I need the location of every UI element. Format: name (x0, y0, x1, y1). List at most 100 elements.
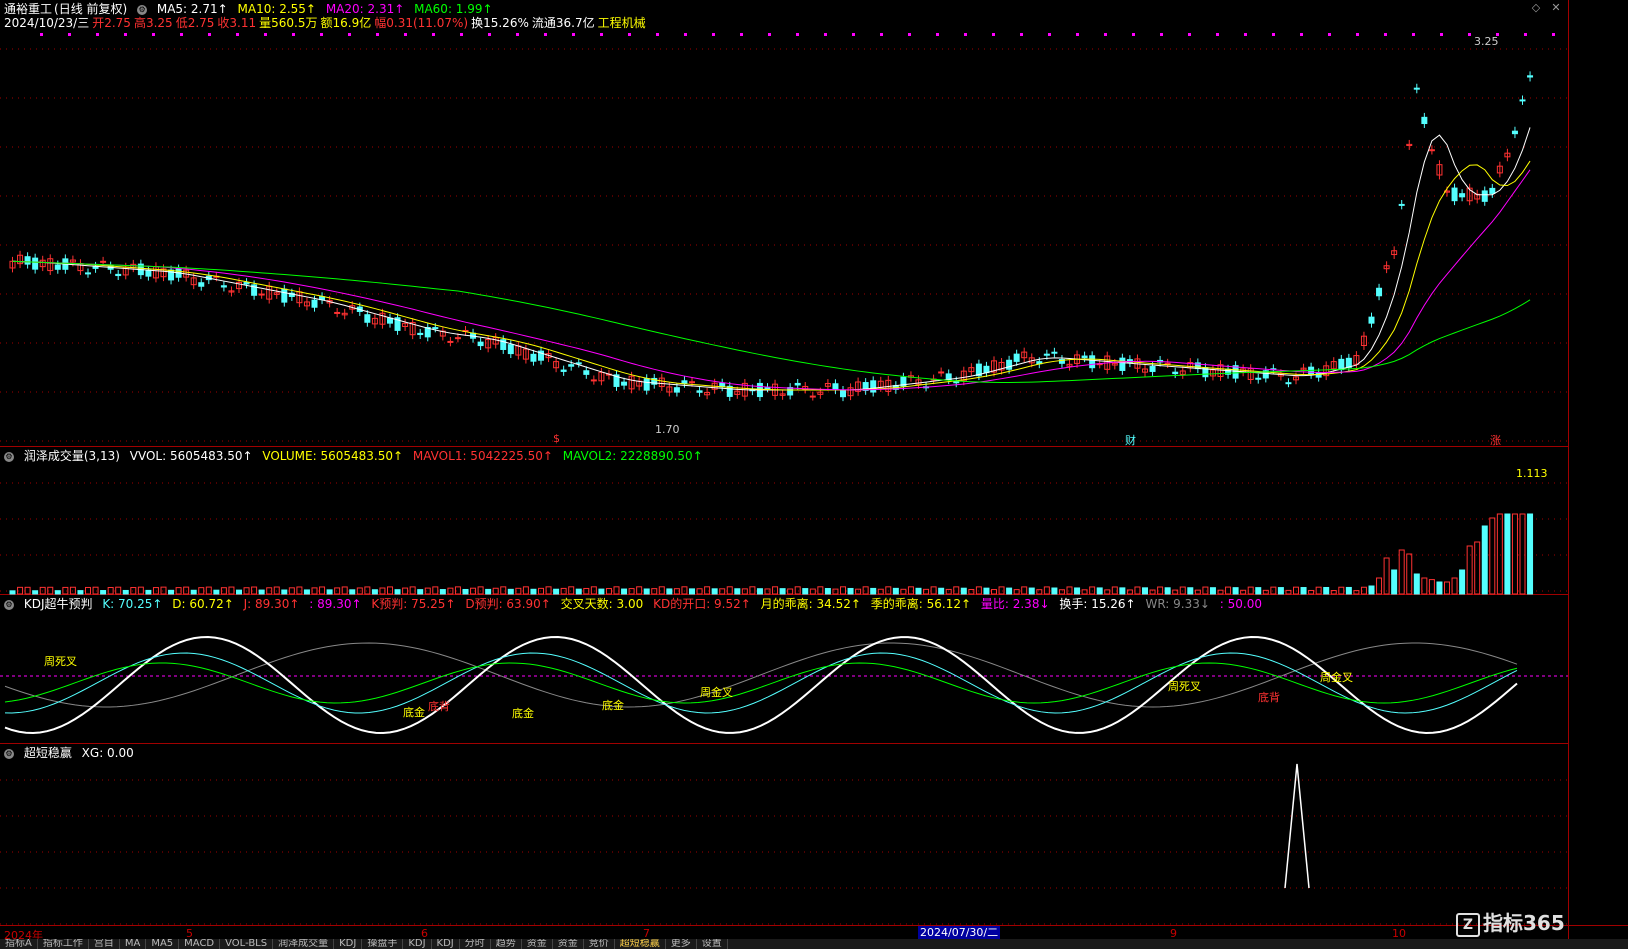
logo-text: 指标365 (1483, 911, 1565, 935)
volume-chart[interactable] (0, 447, 1568, 595)
volume-bar (756, 588, 763, 595)
volume-panel[interactable]: ⚙ 润泽成交量(3,13) VVOL: 5605483.50↑ VOLUME: … (0, 447, 1568, 595)
volume-bar (137, 586, 144, 595)
marker-dot (460, 33, 463, 36)
indicator-tab[interactable]: 操盘手 (362, 939, 404, 949)
indicator-tab-bar[interactable]: 指标A 指标工作 宫目 MA MA5 MACD VOL-BLS 润泽成交量 KDJ 操盘手 KDJ K… (0, 939, 1628, 949)
indicator-tab[interactable]: KDJ (334, 939, 363, 949)
indicator-tab[interactable]: MA (120, 939, 147, 949)
volume-bar (334, 587, 341, 595)
event-marker-finance[interactable]: 财 (1125, 432, 1136, 448)
volume-bar (983, 587, 990, 595)
marker-dot (656, 33, 659, 36)
marker-dot (96, 33, 99, 36)
candlestick-chart[interactable] (0, 0, 1568, 447)
down-candle (1527, 75, 1534, 78)
volume-bar (1481, 525, 1488, 595)
indicator-tab[interactable]: KDJ (432, 939, 460, 949)
volume-bar (364, 586, 371, 595)
indicator-tab[interactable]: 竞价 (584, 939, 615, 949)
volume-bar (371, 589, 378, 595)
marker-dot (1468, 33, 1471, 36)
indicator-tab[interactable]: 资金 (553, 939, 584, 949)
down-candle (1149, 366, 1156, 372)
down-candle (870, 380, 877, 393)
down-candle (681, 380, 688, 384)
volume-scale-label: 1.113 (1516, 467, 1548, 480)
indicator-tab[interactable]: 宫目 (89, 939, 120, 949)
down-candle (568, 364, 575, 367)
volume-bar (454, 586, 461, 595)
kdj-signal-label: 周死叉 (1168, 680, 1201, 693)
indicator-tab[interactable]: 趋势 (491, 939, 522, 949)
d-line (4, 662, 1518, 704)
indicator-tab[interactable]: 设置 (697, 939, 728, 949)
down-candle (1368, 316, 1375, 324)
volume-bar (168, 589, 175, 595)
marker-dot (208, 33, 211, 36)
volume-bar (1406, 553, 1413, 595)
volume-bar (522, 586, 529, 595)
down-candle (432, 327, 439, 330)
volume-bar (1006, 587, 1013, 595)
volume-bar (1376, 577, 1383, 595)
volume-bar (432, 586, 439, 595)
marker-dot (292, 33, 295, 36)
volume-bar (1096, 587, 1103, 595)
marker-dot (1328, 33, 1331, 36)
volume-bar (92, 586, 99, 595)
indicator-tab[interactable]: MACD (179, 939, 221, 949)
volume-bar (802, 588, 809, 595)
indicator-tab[interactable]: 超短稳赢 (615, 939, 666, 949)
up-candle (590, 379, 597, 382)
up-candle (689, 381, 695, 384)
volume-bar (1187, 587, 1194, 595)
ma60-line (12, 260, 1531, 383)
down-candle (840, 389, 846, 398)
right-price-axis[interactable] (1568, 0, 1628, 949)
volume-bar (115, 586, 122, 595)
volume-bar (394, 589, 401, 595)
volume-bar (1111, 586, 1118, 595)
ma5-line (12, 127, 1531, 391)
indicator-tab[interactable]: MA5 (146, 939, 180, 949)
marker-dot (1160, 33, 1163, 36)
down-candle (1413, 87, 1420, 90)
marker-dot (1440, 33, 1443, 36)
down-candle (832, 383, 839, 391)
signal-panel[interactable]: ⚙ 超短稳赢 XG: 0.00 (0, 744, 1568, 925)
marker-dot (544, 33, 547, 36)
volume-bar (1089, 586, 1096, 595)
indicator-tab[interactable]: 分时 (460, 939, 491, 949)
volume-bar (1058, 589, 1065, 595)
indicator-tab[interactable]: 更多 (666, 939, 697, 949)
indicator-tab[interactable]: 指标工作 (38, 939, 89, 949)
volume-bar (621, 588, 628, 595)
indicator-tab[interactable]: 资金 (522, 939, 553, 949)
kdj-chart[interactable]: 周死叉底金 底背底金底金周金叉 周死叉底背周金叉 (0, 595, 1568, 744)
up-candle (334, 311, 341, 314)
price-panel[interactable]: 通裕重工 (日线 前复权) ⚙ MA5: 2.71↑ MA10: 2.55↑ MA… (0, 0, 1568, 447)
indicator-tab[interactable]: 润泽成交量 (273, 939, 335, 949)
indicator-tab[interactable]: 指标A (0, 939, 38, 949)
volume-bar (1277, 587, 1284, 595)
marker-dot (768, 33, 771, 36)
signal-chart[interactable] (0, 744, 1568, 925)
volume-bar (1104, 589, 1111, 595)
event-marker-limitup[interactable]: 涨 (1490, 432, 1501, 448)
volume-bar (1459, 569, 1466, 595)
marker-dot (376, 33, 379, 36)
volume-bar (1225, 586, 1232, 595)
indicator-tab[interactable]: VOL-BLS (220, 939, 274, 949)
volume-bar (840, 586, 846, 595)
time-axis[interactable]: 2024年 5 6 7 9 10 (0, 925, 1628, 942)
volume-bar (409, 586, 416, 595)
event-marker-dollar[interactable]: $ (553, 432, 560, 445)
down-candle (575, 362, 582, 365)
kdj-panel[interactable]: ⚙ KDJ超牛预判 K: 70.25↑ D: 60.72↑ J: 89.30↑ … (0, 595, 1568, 744)
volume-bar (54, 590, 61, 595)
volume-bar (1496, 513, 1503, 595)
indicator-tab[interactable]: KDJ (403, 939, 432, 949)
volume-bar (666, 588, 673, 595)
marker-dot (992, 33, 995, 36)
